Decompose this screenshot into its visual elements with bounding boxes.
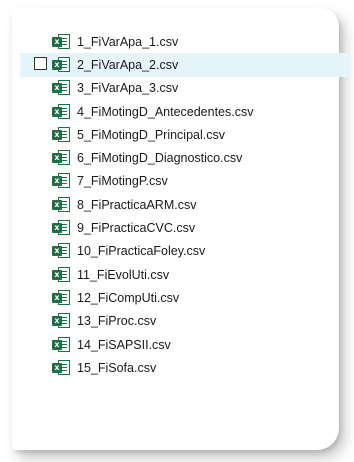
file-name: 15_FiSofa.csv <box>77 360 157 375</box>
file-explorer-window: x 1_FiVarApa_1.csv x 2_FiVarApa_2.csv x 3_FiV… <box>0 0 354 462</box>
file-item[interactable]: x 10_FiPracticaFoley.csv <box>20 240 350 263</box>
file-name: 12_FiCompUti.csv <box>77 290 180 305</box>
excel-csv-icon: x <box>52 80 70 96</box>
file-name: 7_FiMotingP.csv <box>77 174 168 189</box>
excel-csv-icon: x <box>52 56 70 73</box>
excel-badge-icon: x <box>52 129 62 140</box>
excel-csv-icon: x <box>52 33 70 50</box>
file-item[interactable]: x 9_FiPracticaCVC.csv <box>20 216 350 239</box>
excel-csv-icon: x <box>52 243 70 259</box>
excel-badge-icon: x <box>52 246 62 257</box>
file-name: 2_FiVarApa_2.csv <box>77 57 179 72</box>
excel-csv-icon: x <box>52 336 70 353</box>
file-item[interactable]: x 5_FiMotingD_Principal.csv <box>20 123 350 146</box>
file-item[interactable]: x 15_FiSofa.csv <box>20 356 350 379</box>
excel-badge-icon: x <box>52 223 62 234</box>
file-item[interactable]: x 11_FiEvolUti.csv <box>20 263 350 286</box>
file-name: 14_FiSAPSII.csv <box>77 337 171 352</box>
file-name: 1_FiVarApa_1.csv <box>77 34 179 49</box>
excel-csv-icon: x <box>52 150 70 166</box>
excel-csv-icon: x <box>52 173 70 189</box>
file-item[interactable]: x 14_FiSAPSII.csv <box>20 333 350 356</box>
file-name: 13_FiProc.csv <box>77 314 157 329</box>
file-item[interactable]: x 1_FiVarApa_1.csv <box>20 30 350 53</box>
excel-csv-icon: x <box>52 196 70 213</box>
excel-badge-icon: x <box>52 316 62 327</box>
excel-csv-icon: x <box>52 313 70 329</box>
excel-badge-icon: x <box>52 199 62 210</box>
file-name: 3_FiVarApa_3.csv <box>77 81 179 96</box>
file-name: 5_FiMotingD_Principal.csv <box>77 127 225 142</box>
file-item[interactable]: x 13_FiProc.csv <box>20 310 350 333</box>
excel-badge-icon: x <box>52 339 62 350</box>
file-name: 9_FiPracticaCVC.csv <box>77 221 196 236</box>
excel-badge-icon: x <box>52 269 62 280</box>
excel-csv-icon: x <box>52 289 70 306</box>
excel-badge-icon: x <box>52 59 62 70</box>
file-name: 6_FiMotingD_Diagnostico.csv <box>77 151 243 166</box>
file-name: 4_FiMotingD_Antecedentes.csv <box>77 104 254 119</box>
excel-badge-icon: x <box>52 106 62 117</box>
excel-csv-icon: x <box>52 266 70 283</box>
file-name: 10_FiPracticaFoley.csv <box>77 244 206 259</box>
file-item[interactable]: x 3_FiVarApa_3.csv <box>20 77 350 100</box>
excel-badge-icon: x <box>52 362 62 373</box>
file-item[interactable]: x 4_FiMotingD_Antecedentes.csv <box>20 100 350 123</box>
excel-badge-icon: x <box>52 83 62 94</box>
excel-badge-icon: x <box>52 176 62 187</box>
file-list: x 1_FiVarApa_1.csv x 2_FiVarApa_2.csv x 3_FiV… <box>20 30 350 379</box>
excel-csv-icon: x <box>52 103 70 120</box>
excel-csv-icon: x <box>52 126 70 143</box>
excel-badge-icon: x <box>52 292 62 303</box>
file-name: 8_FiPracticaARM.csv <box>77 197 197 212</box>
file-item[interactable]: x 12_FiCompUti.csv <box>20 286 350 309</box>
excel-badge-icon: x <box>52 36 62 47</box>
excel-csv-icon: x <box>52 220 70 236</box>
file-item[interactable]: x 8_FiPracticaARM.csv <box>20 193 350 216</box>
excel-badge-icon: x <box>52 153 62 164</box>
select-checkbox[interactable] <box>34 57 47 71</box>
file-item[interactable]: x 6_FiMotingD_Diagnostico.csv <box>20 146 350 169</box>
file-item[interactable]: x 2_FiVarApa_2.csv <box>20 53 350 77</box>
file-item[interactable]: x 7_FiMotingP.csv <box>20 170 350 193</box>
file-name: 11_FiEvolUti.csv <box>77 267 170 282</box>
excel-csv-icon: x <box>52 359 70 376</box>
